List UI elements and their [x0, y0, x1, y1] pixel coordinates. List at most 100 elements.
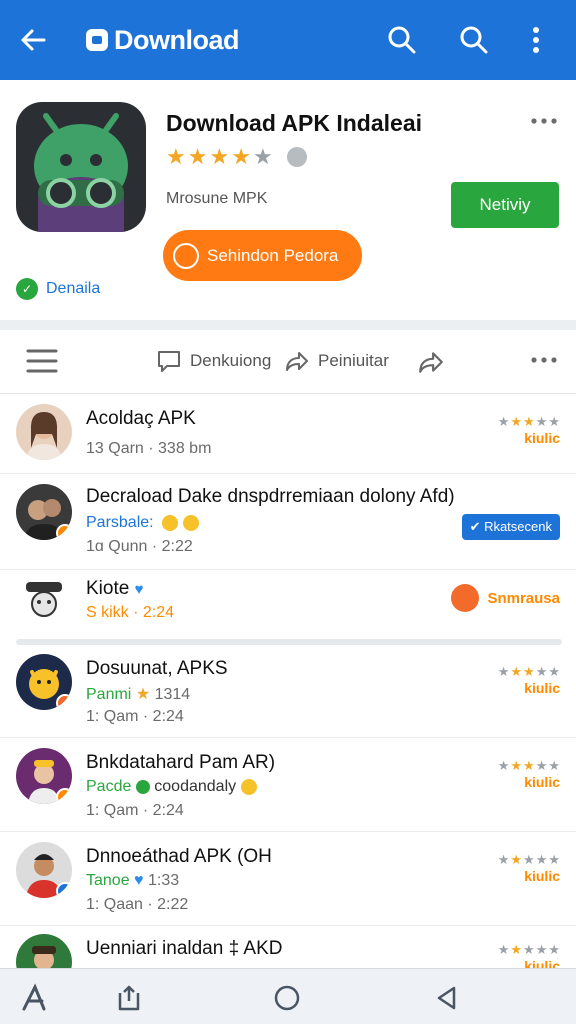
rating-stars: ★ ★ ★ ★ ★: [166, 146, 307, 168]
item-title: Decraload Dake dnspdrremiaan dolony Afd): [86, 486, 455, 507]
app-details-header: Download APK Indaleai ★ ★ ★ ★ ★ Mrosune …: [0, 80, 576, 320]
check-icon: ✓: [16, 278, 38, 300]
install-button[interactable]: Netiviy: [451, 182, 559, 228]
avatar: [16, 484, 72, 540]
item-right: Snmrausa: [451, 584, 560, 612]
item-meta: 13 Qarn · 338 bm: [86, 440, 212, 457]
avatar: [16, 842, 72, 898]
item-stars: ★ ★ ★ ★ ★: [497, 758, 560, 773]
status-badge: [56, 524, 72, 540]
item-subline: S kikk · 2:24: [86, 604, 175, 621]
list-item[interactable]: Bnkdatahard Pam AR) Pacde coodandaly 1: …: [0, 738, 576, 832]
app-subtitle: Mrosune MPK: [166, 190, 268, 207]
list-item[interactable]: Decraload Dake dnspdrremiaan dolony Afd)…: [0, 474, 576, 570]
item-title: Dosuunat, APKS: [86, 658, 228, 679]
avatar: [16, 404, 72, 460]
emoji-icon: [182, 514, 199, 531]
item-meta: 1: Qam · 2:24: [86, 708, 184, 725]
item-meta: 1ɑ Qunn · 2:22: [86, 538, 193, 555]
comment-icon: [158, 351, 180, 372]
more-horizontal-icon[interactable]: [530, 114, 558, 128]
font-icon[interactable]: [20, 983, 50, 1013]
search-icon-secondary[interactable]: [456, 22, 492, 58]
item-title: Dnnoeáthad APK (OH: [86, 846, 272, 867]
item-tag: kiulic: [524, 430, 560, 446]
star-icon: ★: [187, 144, 208, 169]
star-empty-icon: ★: [252, 144, 273, 169]
heart-icon: ♥: [134, 581, 144, 598]
info-icon[interactable]: [286, 147, 307, 167]
avatar: [16, 654, 72, 710]
system-nav-bar: [0, 968, 576, 1024]
list-item[interactable]: Kiote ♥ S kikk · 2:24 Snmrausa: [0, 570, 576, 634]
item-subline-label: Parsbale:: [86, 514, 154, 531]
app-bar-title: Download: [114, 24, 240, 55]
overflow-menu-icon[interactable]: [526, 22, 546, 58]
list-item[interactable]: Dosuunat, APKS Panmi ★ 1314 1: Qam · 2:2…: [0, 644, 576, 738]
status-badge: [56, 788, 72, 804]
star-icon: ★: [209, 144, 230, 169]
status-chip[interactable]: ✔ Rkatsecenk: [461, 514, 560, 540]
orange-button-label: Sehindon Pedora: [207, 245, 339, 265]
app-bar-brand: Download: [86, 22, 240, 58]
item-subline-value: coodandaly: [154, 778, 237, 795]
action-toolbar: Denkuiong Peiniuitar: [0, 330, 576, 394]
item-subline: Tanoe ♥ 1:33: [86, 872, 179, 890]
mascot-icon: [451, 584, 480, 612]
list-item[interactable]: Acoldaç APK 13 Qarn · 338 bm ★ ★ ★ ★ ★ kiuli…: [0, 394, 576, 474]
toolbar-share[interactable]: Peiniuitar: [284, 348, 389, 374]
item-title: Bnkdatahard Pam AR): [86, 752, 276, 773]
section-divider: [0, 320, 576, 330]
app-icon: [16, 102, 146, 232]
item-title: Uenniari inaldan ‡ AKD: [86, 938, 283, 959]
search-icon[interactable]: [384, 22, 420, 58]
avatar: [16, 748, 72, 804]
item-tag: kiulic: [524, 868, 560, 884]
verified-row: ✓ Denaila: [16, 278, 100, 300]
back-triangle-icon[interactable]: [432, 983, 462, 1013]
item-subline-label: Tanoe: [86, 872, 130, 889]
hamburger-menu-icon[interactable]: [26, 348, 58, 374]
item-right-text: Snmrausa: [487, 589, 560, 607]
home-circle-icon[interactable]: [272, 983, 302, 1013]
status-badge: [56, 694, 72, 710]
check-circle-icon: [135, 779, 150, 794]
item-title: Kiote ♥: [86, 578, 144, 600]
item-stars: ★ ★ ★ ★ ★: [497, 942, 560, 957]
download-orange-button[interactable]: Sehindon Pedora: [163, 230, 362, 281]
list-item[interactable]: Dnnoeáthad APK (OH Tanoe ♥ 1:33 1: Qaan …: [0, 832, 576, 926]
item-subline-value: 1314: [154, 686, 191, 703]
heart-icon: ♥: [134, 872, 144, 889]
share-icon[interactable]: [114, 983, 144, 1013]
item-meta: 1: Qam · 2:24: [86, 802, 184, 819]
item-subline-label: Pacde: [86, 778, 132, 795]
item-tag: kiulic: [524, 774, 560, 790]
item-subline: Parsbale:: [86, 514, 199, 532]
toolbar-comment[interactable]: Denkuiong: [156, 348, 271, 374]
item-meta: 1: Qaan · 2:22: [86, 896, 189, 913]
star-icon: ★: [166, 144, 186, 169]
star-icon: ★: [135, 686, 151, 703]
refresh-icon: [173, 242, 199, 269]
item-subline: Pacde coodandaly: [86, 778, 257, 796]
item-title: Acoldaç APK: [86, 408, 196, 429]
toolbar-share-label: Peiniuitar: [318, 351, 389, 370]
emoji-icon: [162, 514, 179, 531]
verified-label[interactable]: Denaila: [46, 280, 100, 298]
more-horizontal-icon[interactable]: [530, 354, 558, 366]
item-stars: ★ ★ ★ ★ ★: [497, 852, 560, 867]
status-badge: [56, 882, 72, 898]
emoji-icon: [240, 778, 257, 795]
forward-icon[interactable]: [416, 348, 446, 376]
item-subline-value: 1:33: [148, 872, 180, 889]
item-stars: ★ ★ ★ ★ ★: [497, 414, 560, 429]
item-stars: ★ ★ ★ ★ ★: [497, 664, 560, 679]
star-half-icon: ★: [231, 144, 251, 169]
item-title-text: Kiote: [86, 578, 130, 599]
app-bar: Download: [0, 0, 576, 80]
toolbar-comment-label: Denkuiong: [190, 351, 272, 370]
download-logo-icon: [86, 29, 108, 51]
share-arrow-icon: [286, 352, 308, 371]
app-name: Download APK Indaleai: [166, 110, 423, 136]
back-arrow-icon[interactable]: [16, 22, 52, 58]
